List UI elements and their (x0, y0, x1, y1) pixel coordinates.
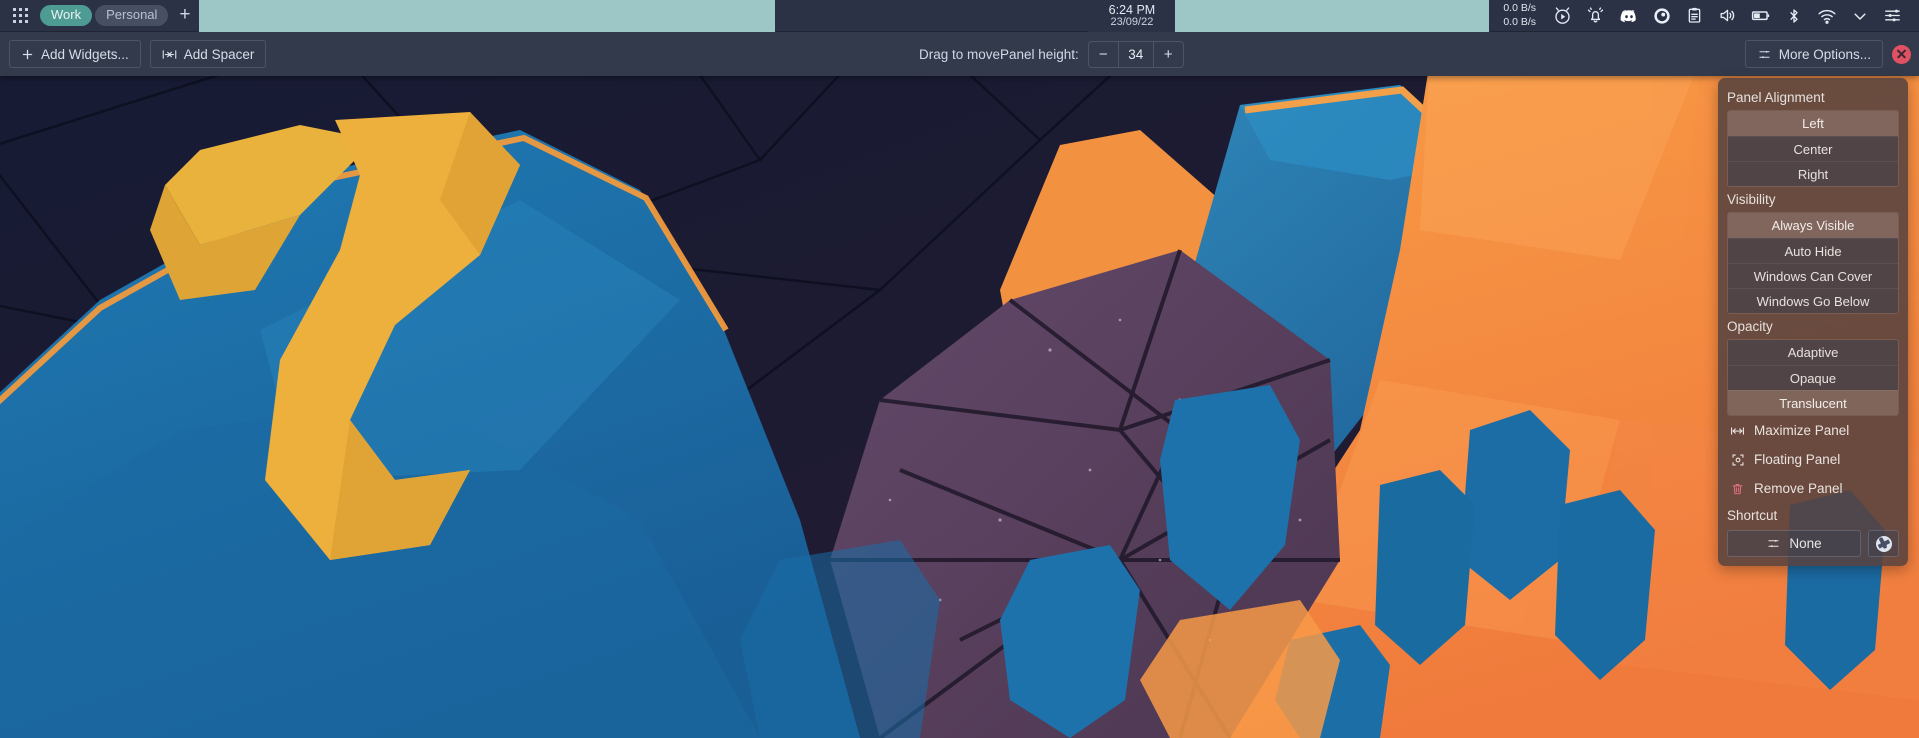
panel-height-group: Panel height: − 34 + (1000, 32, 1184, 76)
wifi-icon[interactable] (1810, 0, 1843, 32)
panel-more-options-popup: Panel Alignment Left Center Right Visibi… (1718, 78, 1908, 566)
visibility-option-always-visible[interactable]: Always Visible (1728, 213, 1898, 238)
speaker-icon[interactable] (1711, 0, 1744, 32)
clock-widget[interactable]: 6:24 PM 23/09/22 (1088, 0, 1176, 32)
shortcut-title: Shortcut (1727, 508, 1778, 523)
media-player-icon[interactable] (1546, 0, 1579, 32)
battery-icon[interactable] (1744, 0, 1777, 32)
panel-height-decrement-button[interactable]: − (1089, 42, 1118, 67)
sliders-icon (1759, 50, 1770, 58)
panel-height-stepper[interactable]: − 34 + (1087, 40, 1184, 68)
maximize-panel-action[interactable]: Maximize Panel (1718, 416, 1908, 445)
shortcut-value: None (1789, 536, 1822, 551)
remove-panel-action[interactable]: Remove Panel (1718, 474, 1908, 503)
opacity-option-translucent[interactable]: Translucent (1728, 390, 1898, 415)
visibility-group: Always Visible Auto Hide Windows Can Cov… (1727, 212, 1899, 314)
shortcut-button[interactable]: None (1727, 530, 1861, 557)
add-virtual-desktop-button[interactable]: + (171, 5, 198, 27)
toolbar-left-group: Add Widgets... Add Spacer (0, 40, 267, 68)
system-panel: Work Personal + 6:24 PM 23/09/22 0.0 B/s… (0, 0, 1919, 32)
discord-icon[interactable] (1612, 0, 1645, 32)
drag-to-move-hint: Drag to move (918, 46, 1001, 62)
app-grid-icon[interactable] (6, 0, 34, 32)
volume-orb-icon[interactable] (1645, 0, 1678, 32)
task-strip-right[interactable] (1175, 0, 1490, 32)
shortcut-globe-button[interactable] (1868, 530, 1899, 557)
panel-alignment-title: Panel Alignment (1727, 90, 1825, 105)
add-spacer-button[interactable]: Add Spacer (149, 40, 267, 68)
plus-icon (22, 49, 33, 59)
notifications-bell-icon[interactable] (1579, 0, 1612, 32)
chevron-down-icon[interactable] (1843, 0, 1876, 32)
remove-panel-label: Remove Panel (1754, 481, 1843, 496)
panel-height-value[interactable]: 34 (1117, 41, 1154, 67)
task-manager-area (198, 0, 1089, 32)
network-speed-widget[interactable]: 0.0 B/s 0.0 B/s (1489, 2, 1546, 28)
clipboard-icon[interactable] (1678, 0, 1711, 32)
system-tray: 0.0 B/s 0.0 B/s (1489, 0, 1919, 31)
virtual-desktop-switcher: Work Personal + (40, 5, 199, 27)
virtual-desktop-personal[interactable]: Personal (95, 5, 169, 26)
globe-icon (1875, 535, 1892, 552)
alignment-option-left[interactable]: Left (1728, 111, 1898, 136)
panel-height-increment-button[interactable]: + (1154, 42, 1183, 67)
visibility-option-auto-hide[interactable]: Auto Hide (1728, 238, 1898, 263)
opacity-title: Opacity (1727, 319, 1773, 334)
desktop-wallpaper (0, 0, 1919, 738)
bluetooth-icon[interactable] (1777, 0, 1810, 32)
more-options-button[interactable]: More Options... (1744, 40, 1883, 68)
settings-sliders-icon[interactable] (1876, 0, 1909, 32)
task-strip-left[interactable] (198, 0, 775, 32)
add-widgets-label: Add Widgets... (41, 46, 129, 62)
floating-panel-label: Floating Panel (1754, 452, 1841, 467)
desktop-screen: Work Personal + 6:24 PM 23/09/22 0.0 B/s… (0, 0, 1919, 738)
visibility-option-windows-go-below[interactable]: Windows Go Below (1728, 288, 1898, 313)
panel-edit-toolbar: Add Widgets... Add Spacer Drag to move P… (0, 32, 1919, 76)
clock-date: 23/09/22 (1110, 15, 1154, 28)
add-spacer-label: Add Spacer (183, 46, 255, 62)
trash-icon (1730, 482, 1745, 496)
alignment-option-right[interactable]: Right (1728, 161, 1898, 186)
panel-height-label: Panel height: (1000, 46, 1079, 62)
floating-panel-icon (1730, 453, 1745, 467)
visibility-option-windows-can-cover[interactable]: Windows Can Cover (1728, 263, 1898, 288)
alignment-option-center[interactable]: Center (1728, 136, 1898, 161)
add-widgets-button[interactable]: Add Widgets... (9, 40, 141, 68)
virtual-desktop-work[interactable]: Work (40, 5, 93, 26)
floating-panel-action[interactable]: Floating Panel (1718, 445, 1908, 474)
task-manager-area-right (1175, 0, 1490, 32)
more-options-label: More Options... (1778, 46, 1871, 62)
toolbar-right-group: More Options... (1744, 32, 1911, 76)
wallpaper-artwork (0, 0, 1919, 738)
sliders-icon (1768, 539, 1779, 548)
maximize-horizontal-icon (1730, 425, 1745, 437)
spacer-icon (162, 49, 177, 59)
close-panel-editor-button[interactable] (1892, 44, 1911, 64)
panel-alignment-group: Left Center Right (1727, 110, 1899, 187)
maximize-panel-label: Maximize Panel (1754, 423, 1850, 438)
clock-time: 6:24 PM (1108, 3, 1156, 18)
network-up-speed: 0.0 B/s (1503, 15, 1536, 28)
opacity-option-opaque[interactable]: Opaque (1728, 365, 1898, 390)
panel-left-section: Work Personal + (0, 0, 199, 31)
visibility-title: Visibility (1727, 192, 1776, 207)
opacity-option-adaptive[interactable]: Adaptive (1728, 340, 1898, 365)
network-down-speed: 0.0 B/s (1503, 2, 1536, 15)
shortcut-row: None (1718, 528, 1908, 557)
opacity-group: Adaptive Opaque Translucent (1727, 339, 1899, 416)
toolbar-center-group: Drag to move (0, 47, 1919, 62)
